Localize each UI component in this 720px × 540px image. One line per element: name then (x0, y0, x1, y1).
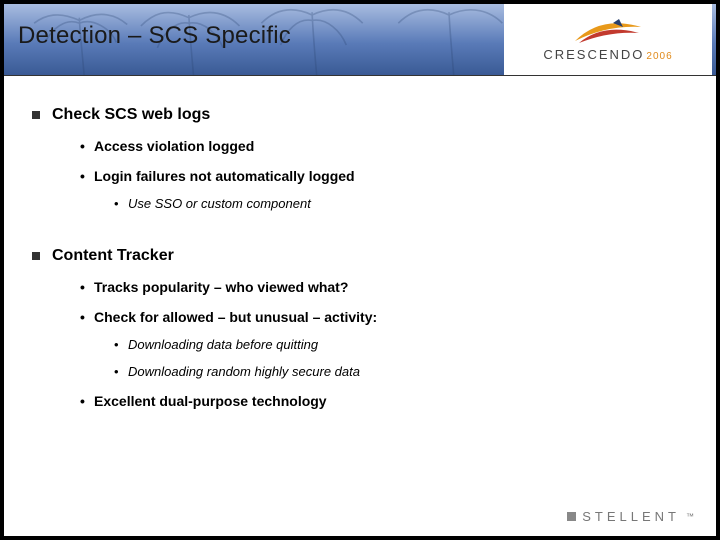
item-text: Excellent dual-purpose technology (94, 393, 327, 409)
list-item: Tracks popularity – who viewed what? (80, 279, 688, 295)
slide-content: Check SCS web logs Access violation logg… (4, 76, 716, 409)
list-item: Check for allowed – but unusual – activi… (80, 309, 688, 379)
sub-list: Use SSO or custom component (94, 196, 688, 211)
list-item: Excellent dual-purpose technology (80, 393, 688, 409)
sub-list: Downloading data before quitting Downloa… (94, 337, 688, 379)
section-title: Check SCS web logs (52, 106, 688, 124)
item-text: Login failures not automatically logged (94, 168, 355, 184)
stellent-logo: STELLENT ™ (567, 509, 694, 524)
footer-brand: STELLENT (582, 509, 680, 524)
section-content-tracker: Content Tracker Tracks popularity – who … (32, 247, 688, 409)
crescendo-swoosh-icon (573, 19, 643, 45)
stellent-square-icon (567, 512, 576, 521)
section-title: Content Tracker (52, 247, 688, 265)
crescendo-logo: CRESCENDO2006 (504, 4, 712, 76)
slide-header: Detection – SCS Specific CRESCENDO2006 (4, 4, 716, 76)
list-item: Access violation logged (80, 138, 688, 154)
brand-year: 2006 (646, 51, 672, 62)
item-text: Check for allowed – but unusual – activi… (94, 309, 377, 325)
sub-item: Downloading random highly secure data (114, 364, 688, 379)
sub-item: Use SSO or custom component (114, 196, 688, 211)
brand-name: CRESCENDO (543, 47, 644, 62)
item-text: Tracks popularity – who viewed what? (94, 279, 348, 295)
bullet-list: Tracks popularity – who viewed what? Che… (52, 279, 688, 409)
crescendo-text: CRESCENDO2006 (543, 47, 672, 62)
section-check-scs-web-logs: Check SCS web logs Access violation logg… (32, 106, 688, 211)
sub-item: Downloading data before quitting (114, 337, 688, 352)
trademark-icon: ™ (686, 512, 694, 521)
item-text: Access violation logged (94, 138, 254, 154)
bullet-list: Access violation logged Login failures n… (52, 138, 688, 211)
slide: Detection – SCS Specific CRESCENDO2006 C… (4, 4, 716, 536)
list-item: Login failures not automatically logged … (80, 168, 688, 211)
slide-title: Detection – SCS Specific (18, 22, 291, 50)
